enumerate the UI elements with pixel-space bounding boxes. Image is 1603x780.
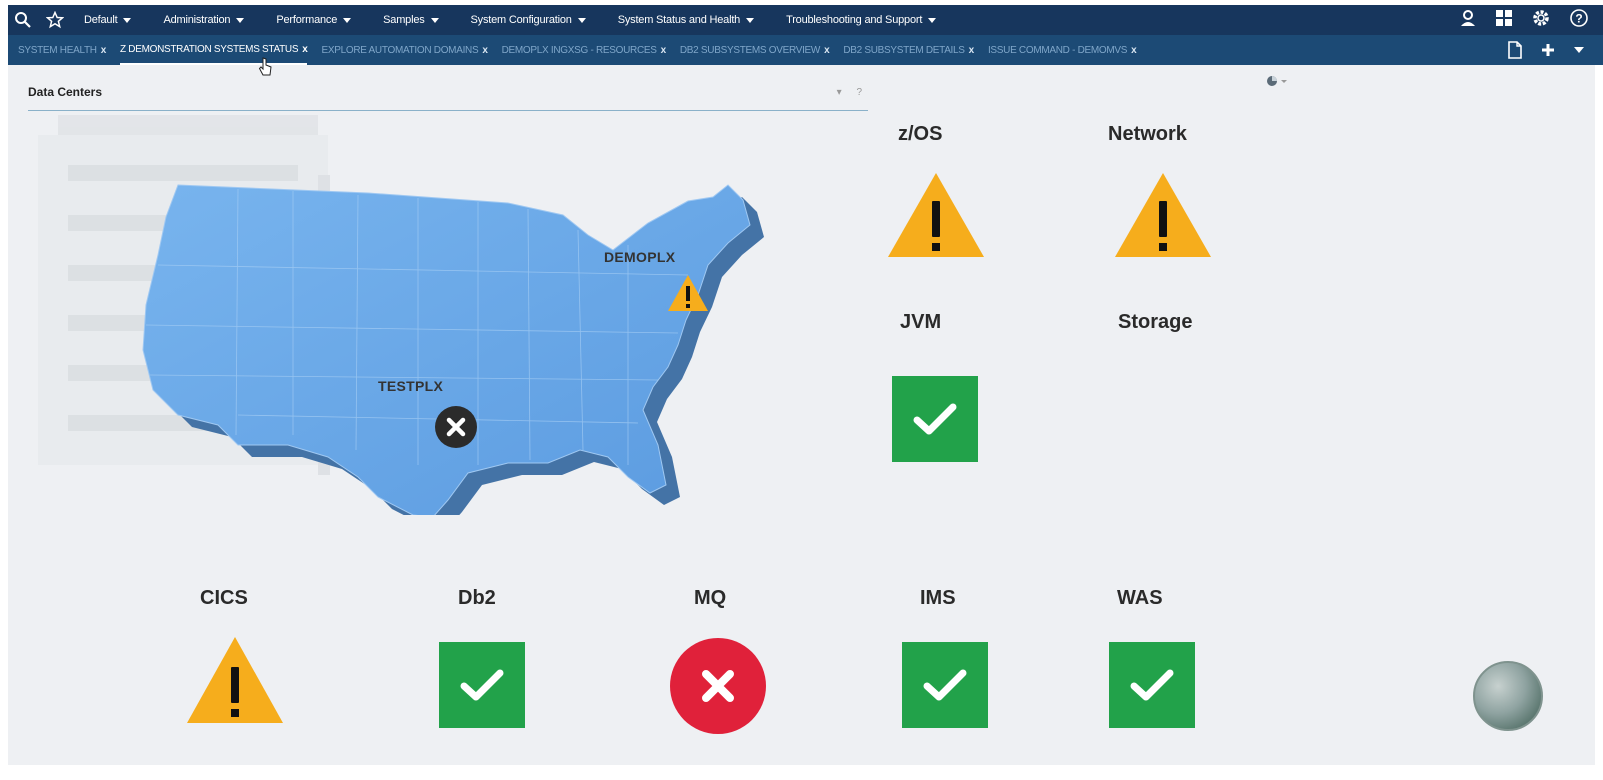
status-label-mq: MQ <box>694 587 727 609</box>
ims-ok-icon[interactable] <box>902 642 988 728</box>
tab-db2-subsystem-details[interactable]: DB2 SUBSYSTEM DETAILS x <box>843 35 974 65</box>
caret-down-icon <box>123 17 132 23</box>
menu-system-status-health[interactable]: System Status and Health <box>617 14 755 26</box>
caret-down-icon <box>928 17 937 23</box>
cics-warning-icon[interactable] <box>185 635 285 730</box>
site-label-testplx: TESTPLX <box>378 378 444 394</box>
menu-samples[interactable]: Samples <box>383 14 439 26</box>
dashboard-content: Data Centers ▾ ? DEMOPLX TESTPLX z/OS Ne… <box>8 65 1595 765</box>
panel-title: Data Centers <box>28 85 103 99</box>
us-datacenter-map: DEMOPLX TESTPLX <box>38 105 778 529</box>
status-label-zos: z/OS <box>898 123 943 145</box>
tab-label: SYSTEM HEALTH <box>18 44 97 56</box>
menu-label: System Status and Health <box>617 14 741 26</box>
svg-text:?: ? <box>1575 12 1582 26</box>
tab-label: EXPLORE AUTOMATION DOMAINS <box>321 44 479 56</box>
menu-label: System Configuration <box>470 14 572 26</box>
menu-label: Default <box>84 14 118 26</box>
top-menu-bar: Default Administration Performance Sampl… <box>8 5 1603 35</box>
mq-error-icon[interactable] <box>670 638 766 734</box>
warning-icon[interactable] <box>666 273 710 318</box>
tab-system-health[interactable]: SYSTEM HEALTH x <box>18 35 106 65</box>
menu-administration[interactable]: Administration <box>163 14 245 26</box>
assistant-orb-button[interactable] <box>1473 661 1543 731</box>
tab-z-demonstration-systems-status[interactable]: Z DEMONSTRATION SYSTEMS STATUS x <box>119 35 308 65</box>
status-label-storage: Storage <box>1118 311 1193 333</box>
tab-bar: SYSTEM HEALTH x Z DEMONSTRATION SYSTEMS S… <box>8 35 1603 65</box>
close-icon[interactable]: x <box>661 45 667 56</box>
search-icon[interactable] <box>14 11 32 29</box>
close-icon[interactable]: x <box>969 45 975 56</box>
caret-down-icon <box>236 17 245 23</box>
gear-icon[interactable] <box>1531 8 1551 28</box>
status-label-was: WAS <box>1117 587 1163 609</box>
menu-system-configuration[interactable]: System Configuration <box>471 14 586 26</box>
caret-down-icon <box>343 17 352 23</box>
panel-help[interactable]: ? <box>856 87 862 98</box>
usa-map-shape <box>142 184 751 518</box>
menu-label: Samples <box>383 14 425 26</box>
status-label-ims: IMS <box>920 587 956 609</box>
tab-label: DEMOPLX INGXSG - RESOURCES <box>501 44 657 56</box>
zos-warning-icon[interactable] <box>886 171 986 264</box>
caret-down-icon <box>430 17 439 23</box>
tab-issue-command-demomvs[interactable]: ISSUE COMMAND - DEMOMVS x <box>987 35 1137 65</box>
help-icon[interactable]: ? <box>1569 8 1589 28</box>
db2-ok-icon[interactable] <box>439 642 525 728</box>
caret-down-icon <box>746 17 755 23</box>
network-warning-icon[interactable] <box>1113 171 1213 264</box>
user-icon[interactable] <box>1459 9 1477 27</box>
close-icon[interactable]: x <box>101 45 107 56</box>
status-label-db2: Db2 <box>458 587 496 609</box>
document-icon[interactable] <box>1507 41 1523 59</box>
tab-label: DB2 SUBSYSTEM DETAILS <box>843 44 965 56</box>
close-icon[interactable]: x <box>824 45 830 56</box>
close-icon[interactable]: x <box>482 45 488 56</box>
mouse-pointer-icon <box>258 57 274 82</box>
menu-troubleshooting-support[interactable]: Troubleshooting and Support <box>786 14 937 26</box>
chevron-down-icon[interactable]: ▾ <box>837 87 842 98</box>
star-icon[interactable] <box>46 11 64 29</box>
tab-explore-automation-domains[interactable]: EXPLORE AUTOMATION DOMAINS x <box>321 35 487 65</box>
status-label-cics: CICS <box>200 587 248 609</box>
close-icon[interactable]: x <box>302 44 308 55</box>
tab-label: ISSUE COMMAND - DEMOMVS <box>987 44 1128 56</box>
status-label-network: Network <box>1108 123 1187 145</box>
panel-tools: ▾ ? <box>837 87 862 98</box>
menu-label: Administration <box>163 14 231 26</box>
jvm-ok-icon[interactable] <box>892 376 978 462</box>
grid-icon[interactable] <box>1495 9 1513 27</box>
menu-performance[interactable]: Performance <box>276 14 352 26</box>
chart-options-icon[interactable] <box>1266 75 1290 90</box>
tab-label: Z DEMONSTRATION SYSTEMS STATUS <box>119 43 299 55</box>
error-icon[interactable] <box>434 405 478 454</box>
was-ok-icon[interactable] <box>1109 642 1195 728</box>
tab-db2-subsystems-overview[interactable]: DB2 SUBSYSTEMS OVERVIEW x <box>679 35 830 65</box>
menu-label: Performance <box>276 14 338 26</box>
tab-label: DB2 SUBSYSTEMS OVERVIEW <box>679 44 821 56</box>
caret-down-icon <box>577 17 586 23</box>
site-label-demoplx: DEMOPLX <box>604 249 676 265</box>
chevron-down-icon[interactable] <box>1573 44 1585 56</box>
plus-icon[interactable] <box>1541 43 1555 57</box>
menu-default[interactable]: Default <box>84 14 132 26</box>
status-label-jvm: JVM <box>900 311 942 333</box>
tab-demoplx-ingxsg-resources[interactable]: DEMOPLX INGXSG - RESOURCES x <box>501 35 667 65</box>
menu-label: Troubleshooting and Support <box>786 14 923 26</box>
close-icon[interactable]: x <box>1131 45 1137 56</box>
